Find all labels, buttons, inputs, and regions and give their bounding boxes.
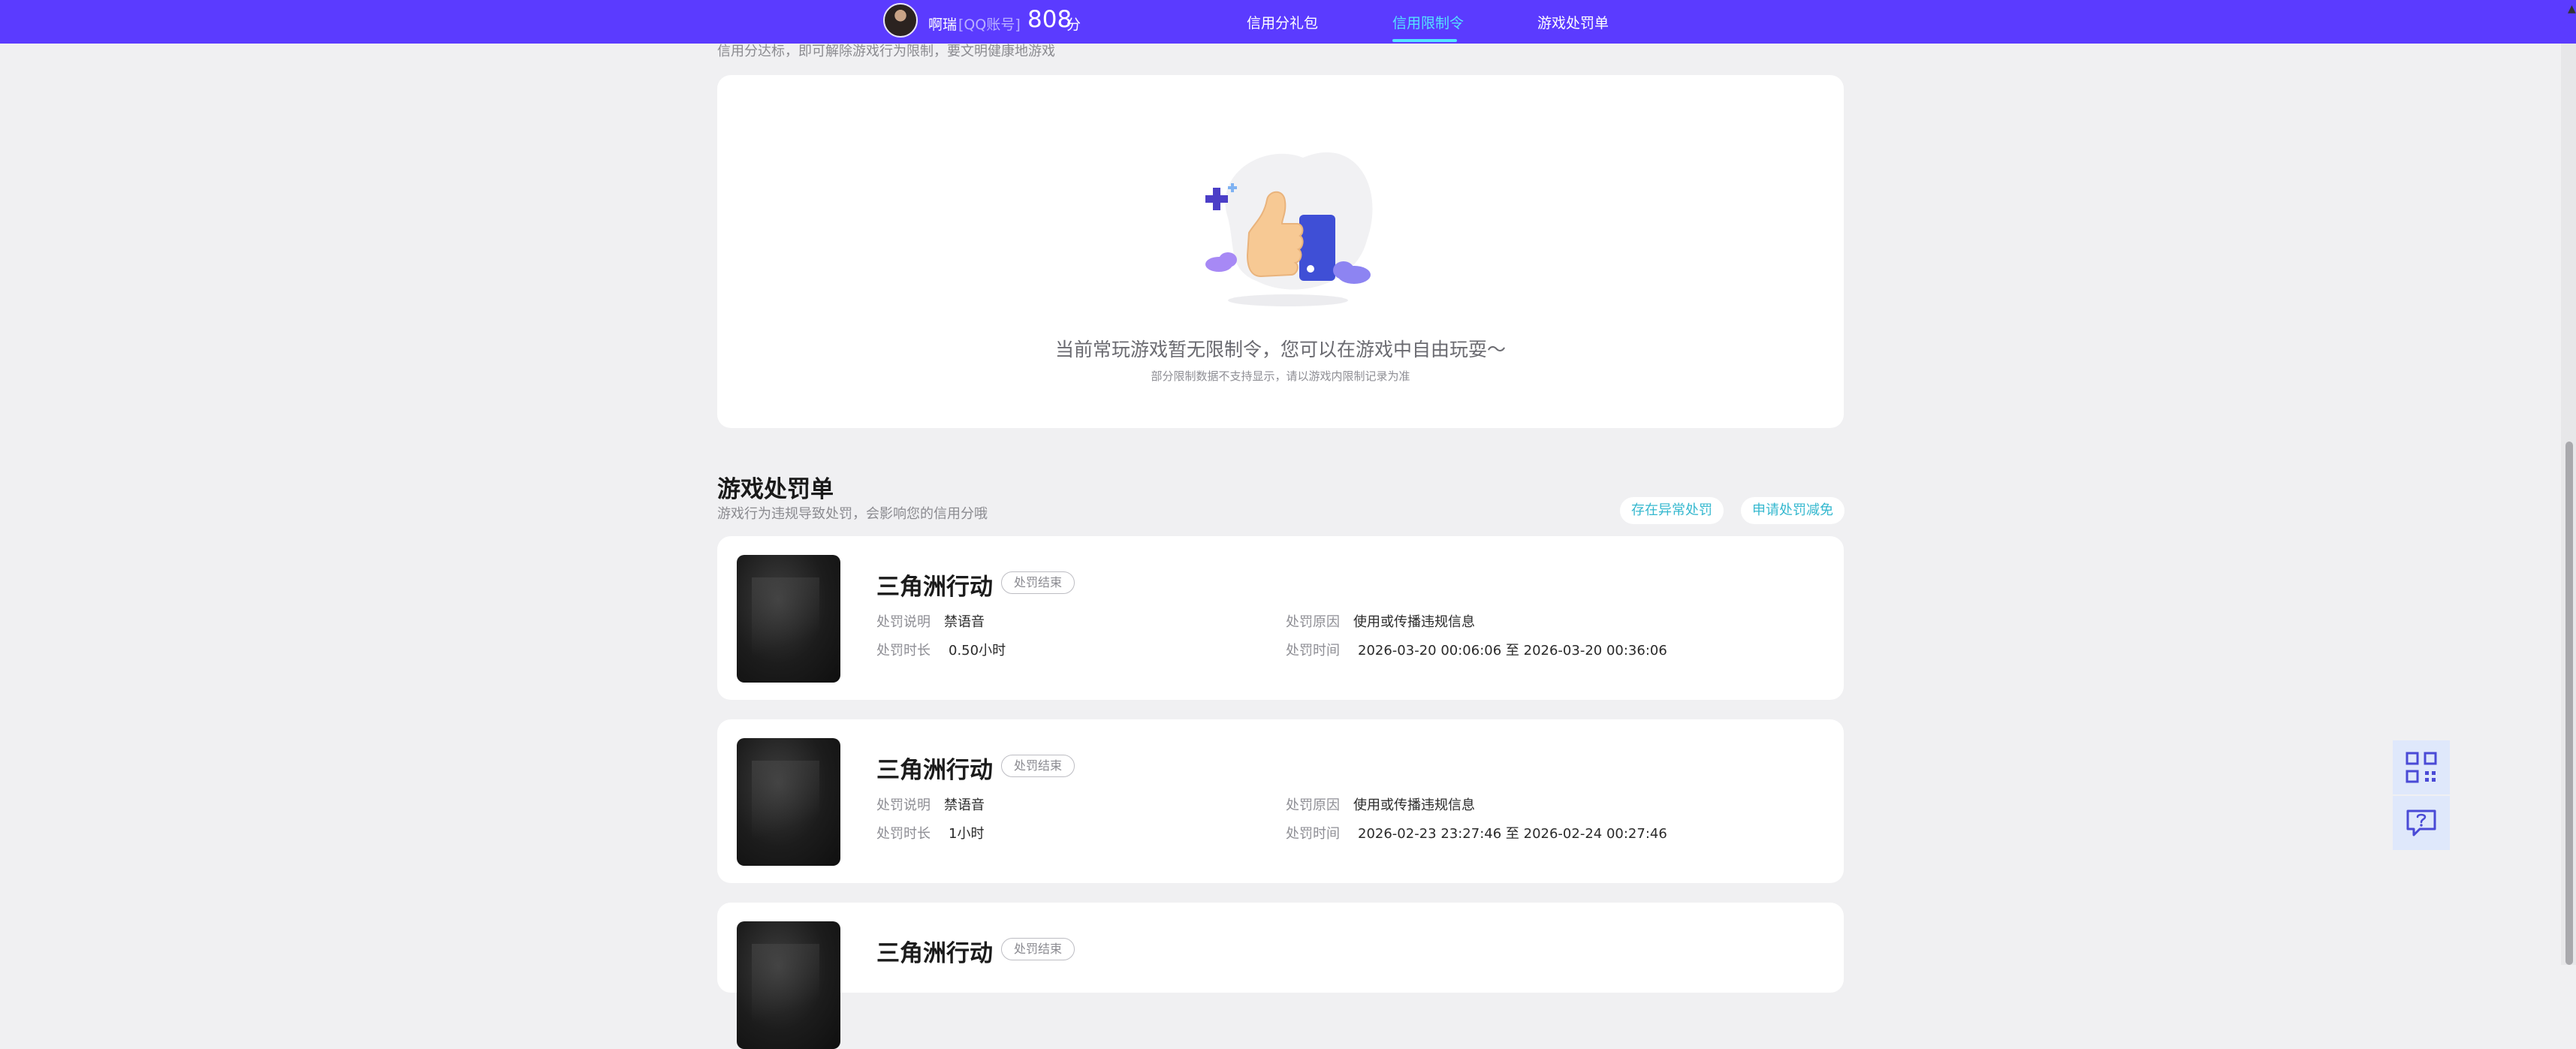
nav-credit-gift[interactable]: 信用分礼包 (1247, 12, 1318, 32)
status-badge: 处罚结束 (1001, 755, 1075, 777)
label-duration: 处罚时长 (876, 826, 931, 842)
game-name: 三角洲行动 (876, 940, 993, 967)
label-desc: 处罚说明 (876, 797, 931, 813)
scroll-up-arrow-icon[interactable]: ▲ (2568, 3, 2576, 15)
game-thumbnail (737, 921, 840, 1049)
game-name: 三角洲行动 (876, 757, 993, 784)
nav-credit-restriction[interactable]: 信用限制令 (1392, 12, 1464, 32)
active-tab-indicator (1392, 39, 1457, 42)
help-chat-icon (2406, 809, 2436, 836)
game-name: 三角洲行动 (876, 574, 993, 601)
thumbs-up-illustration-icon (1205, 152, 1373, 306)
nav-game-penalty[interactable]: 游戏处罚单 (1537, 12, 1609, 32)
value-desc: 禁语音 (944, 797, 985, 813)
value-duration: 1小时 (949, 826, 985, 842)
scrollbar-thumb[interactable] (2565, 442, 2573, 965)
label-reason: 处罚原因 (1286, 797, 1340, 813)
help-button[interactable] (2393, 796, 2450, 850)
penalty-reduction-button[interactable]: 申请处罚减免 (1741, 497, 1845, 524)
qr-code-icon (2406, 752, 2437, 783)
value-time: 2026-03-20 00:06:06 至 2026-03-20 00:36:0… (1358, 643, 1667, 659)
penalty-card[interactable]: 三角洲行动 处罚结束 处罚说明 禁语音 处罚时长 1小时 处罚原因 使用或传播违… (717, 719, 1844, 883)
value-time: 2026-02-23 23:27:46 至 2026-02-24 00:27:4… (1358, 826, 1667, 842)
value-desc: 禁语音 (944, 614, 985, 630)
top-nav-bar: 啊瑞 [QQ账号] 808 分 信用分礼包 信用限制令 游戏处罚单 (0, 0, 2576, 44)
penalty-card[interactable]: 三角洲行动 处罚结束 处罚说明 禁语音 处罚时长 0.50小时 处罚原因 使用或… (717, 536, 1844, 700)
empty-state-title: 当前常玩游戏暂无限制令，您可以在游戏中自由玩耍～ (1054, 339, 1506, 360)
nickname: 啊瑞 (928, 17, 958, 33)
credit-score-unit: 分 (1066, 17, 1081, 33)
label-duration: 处罚时长 (876, 643, 931, 659)
status-badge: 处罚结束 (1001, 938, 1075, 960)
penalty-card[interactable]: 三角洲行动 处罚结束 (717, 903, 1844, 1049)
section-title: 游戏处罚单 (717, 476, 834, 503)
game-thumbnail (737, 555, 840, 683)
restriction-empty-card: 当前常玩游戏暂无限制令，您可以在游戏中自由玩耍～ 部分限制数据不支持显示，请以游… (717, 75, 1844, 428)
label-reason: 处罚原因 (1286, 614, 1340, 630)
status-badge: 处罚结束 (1001, 571, 1075, 594)
empty-state-note: 部分限制数据不支持显示，请以游戏内限制记录为准 (1151, 369, 1410, 383)
label-desc: 处罚说明 (876, 614, 931, 630)
avatar[interactable] (883, 3, 918, 38)
restriction-subtitle: 信用分达标，即可解除游戏行为限制，要文明健康地游戏 (717, 44, 1055, 59)
qq-label: [QQ账号] (958, 17, 1021, 33)
qr-code-button[interactable] (2393, 740, 2450, 794)
value-duration: 0.50小时 (949, 643, 1006, 659)
label-time: 处罚时间 (1286, 826, 1340, 842)
game-thumbnail (737, 738, 840, 866)
label-time: 处罚时间 (1286, 643, 1340, 659)
value-reason: 使用或传播违规信息 (1353, 614, 1475, 630)
abnormal-penalty-button[interactable]: 存在异常处罚 (1620, 497, 1724, 524)
section-subtitle: 游戏行为违规导致处罚，会影响您的信用分哦 (717, 506, 988, 522)
value-reason: 使用或传播违规信息 (1353, 797, 1475, 813)
credit-score: 808 (1027, 6, 1072, 33)
